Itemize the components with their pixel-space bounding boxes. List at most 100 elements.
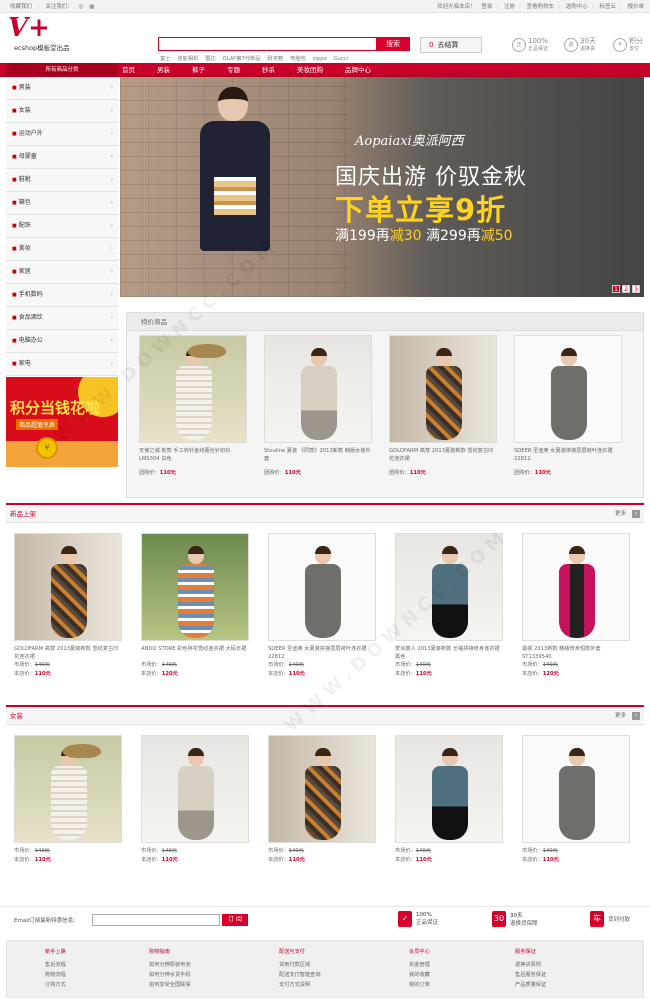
product-name[interactable]: SDEER 圣迪奥 女夏装拼接层层荷叶连衣裙 22812	[514, 447, 622, 463]
sidebar-item-category[interactable]: ■ 家居	[6, 261, 118, 284]
product-card[interactable]: 爱尚丽人 2013夏装新款 长袖拼接修身连衣裙 黑色 市场价：140元 本店价：…	[395, 533, 503, 677]
all-categories-button[interactable]: 所有商品分类	[6, 63, 118, 77]
product-name[interactable]: 爱尚丽人 2013夏装新款 长袖拼接修身连衣裙 黑色	[395, 645, 503, 661]
nav-item-beauty-group[interactable]: 美妆团购	[297, 63, 323, 77]
weibo-icon[interactable]: ◎	[79, 4, 84, 10]
footer-link[interactable]: 支付方式说明	[279, 980, 321, 990]
hot-keyword[interactable]: 佳能相机	[177, 56, 198, 62]
product-card[interactable]: 市场价：140元 本店价：110元	[268, 735, 376, 863]
product-card[interactable]: SDEER 圣迪奥 女夏装拼接层层荷叶连衣裙 22812 团购价：110元	[514, 335, 622, 476]
sidebar-item-category[interactable]: ■ 箱包	[6, 192, 118, 215]
nav-item-brands[interactable]: 品牌中心	[345, 63, 371, 77]
footer-link[interactable]: 如何分辨水货手机	[149, 970, 191, 980]
nav-item-menswear[interactable]: 男装	[157, 63, 170, 77]
nav-item-pants[interactable]: 裤子	[192, 63, 205, 77]
chevron-right-icon[interactable]: ›	[632, 712, 640, 720]
nav-item-topics[interactable]: 专题	[227, 63, 240, 77]
sidebar-item-category[interactable]: ■ 手机数码	[6, 284, 118, 307]
footer-link[interactable]: 我的收藏	[409, 970, 430, 980]
site-logo[interactable]: V+	[8, 15, 50, 41]
points-promo-banner[interactable]: 积分当钱花啦 商品超值兑换 ¥	[6, 377, 118, 467]
subscribe-button[interactable]: 订 阅	[222, 914, 248, 926]
product-name[interactable]: GOLDFARM 高梵 2013夏装新款 雪纺复古印花连衣裙	[389, 447, 497, 463]
product-card[interactable]: GOLDFARM 高梵 2013夏装新款 雪纺复古印花连衣裙 团购价：110元	[389, 335, 497, 476]
product-image[interactable]	[268, 735, 376, 843]
footer-link[interactable]: 货到付款区域	[279, 960, 321, 970]
footer-link[interactable]: 资金管理	[409, 960, 430, 970]
product-card[interactable]: 桑顿 2013新款 韩版修身短款外套 ST1339540 市场价：140元 本店…	[522, 533, 630, 677]
view-cart-link[interactable]: 查看购物车	[527, 4, 555, 10]
search-button[interactable]: 搜索	[376, 37, 410, 51]
product-card[interactable]: Stouline 夏装 《同款》2013新款 韩版女装外套 团购价：110元	[264, 335, 372, 476]
search-input[interactable]	[158, 37, 378, 51]
product-image[interactable]	[389, 335, 497, 443]
qrcode-icon[interactable]: ▦	[89, 4, 94, 10]
more-link[interactable]: 更多	[615, 505, 626, 523]
sidebar-item-category[interactable]: ■ 家电	[6, 353, 118, 376]
product-image[interactable]	[139, 335, 247, 443]
product-image[interactable]	[264, 335, 372, 443]
footer-link[interactable]: 如何分辨原装电池	[149, 960, 191, 970]
sidebar-item-category[interactable]: ■ 运动户外	[6, 123, 118, 146]
product-card[interactable]: 市场价：140元 本店价：110元	[141, 735, 249, 863]
bookmark-link[interactable]: 收藏我们	[10, 4, 32, 10]
product-card[interactable]: ANDO STORE 彩色碎花雪纺连衣裙 大码长裙 市场价：140元 本店价：1…	[141, 533, 249, 677]
login-link[interactable]: 登录	[481, 4, 492, 10]
product-image[interactable]	[395, 735, 503, 843]
product-image[interactable]	[395, 533, 503, 641]
email-field[interactable]	[92, 914, 220, 926]
chevron-right-icon[interactable]: ›	[632, 510, 640, 518]
banner-page-button[interactable]: 2	[622, 285, 630, 293]
sidebar-item-category[interactable]: ■ 女装	[6, 100, 118, 123]
product-card[interactable]: 市场价：140元 本店价：110元	[522, 735, 630, 863]
product-image[interactable]	[268, 533, 376, 641]
footer-link[interactable]: 如何享受全国联保	[149, 980, 191, 990]
hot-keyword[interactable]: 耐克鞋	[267, 56, 283, 62]
nav-item-home[interactable]: 首页	[122, 63, 135, 77]
product-card[interactable]: 市场价：140元 本店价：110元	[395, 735, 503, 863]
sidebar-item-category[interactable]: ■ 鞋靴	[6, 169, 118, 192]
product-card[interactable]: GOLDFARM 高梵 2013夏装新款 雪纺复古印花连衣裙 市场价：140元 …	[14, 533, 122, 677]
product-card[interactable]: 市场价：140元 本店价：110元	[14, 735, 122, 863]
hot-keyword[interactable]: 雷达	[205, 56, 216, 62]
footer-link[interactable]: 配送支付智能查询	[279, 970, 321, 980]
product-card[interactable]: 天使之城 新款 手工钩针金线蕾丝针织衫LMS304 白色 团购价：110元	[139, 335, 247, 476]
sidebar-item-category[interactable]: ■ 配饰	[6, 215, 118, 238]
footer-link[interactable]: 退换货原则	[515, 960, 546, 970]
footer-link[interactable]: 我的订单	[409, 980, 430, 990]
product-name[interactable]: 天使之城 新款 手工钩针金线蕾丝针织衫LMS304 白色	[139, 447, 247, 463]
footer-link[interactable]: 产品质量保证	[515, 980, 546, 990]
sidebar-item-category[interactable]: ■ 电脑办公	[6, 330, 118, 353]
hot-keyword[interactable]: zippo	[313, 56, 327, 62]
product-name[interactable]: GOLDFARM 高梵 2013夏装新款 雪纺复古印花连衣裙	[14, 645, 122, 661]
product-image[interactable]	[141, 533, 249, 641]
footer-link[interactable]: 售后流程	[45, 960, 66, 970]
hot-keyword[interactable]: 富士	[160, 56, 171, 62]
footer-link[interactable]: 订购方式	[45, 980, 66, 990]
hot-keyword[interactable]: 电脑包	[290, 56, 306, 62]
footer-link[interactable]: 售后服务保证	[515, 970, 546, 980]
product-name[interactable]: SDEER 圣迪奥 女夏装拼接层层荷叶连衣裙 22812	[268, 645, 376, 661]
sidebar-item-category[interactable]: ■ 男装	[6, 77, 118, 100]
product-image[interactable]	[522, 735, 630, 843]
product-image[interactable]	[141, 735, 249, 843]
register-link[interactable]: 注册	[504, 4, 515, 10]
hot-keyword[interactable]: Gucci	[334, 56, 349, 62]
product-name[interactable]: ANDO STORE 彩色碎花雪纺连衣裙 大码长裙	[141, 645, 249, 661]
tag-cloud-link[interactable]: 标签云	[599, 4, 616, 10]
product-image[interactable]	[14, 533, 122, 641]
sidebar-item-category[interactable]: ■ 食品酒饮	[6, 307, 118, 330]
banner-page-button[interactable]: 1	[612, 285, 620, 293]
product-image[interactable]	[14, 735, 122, 843]
cart-button[interactable]: 0 去结算	[420, 37, 482, 53]
purchase-center-link[interactable]: 选购中心	[566, 4, 588, 10]
footer-link[interactable]: 购物流程	[45, 970, 66, 980]
product-name[interactable]: 桑顿 2013新款 韩版修身短款外套 ST1339540	[522, 645, 630, 661]
product-image[interactable]	[522, 533, 630, 641]
hot-keyword[interactable]: OLAY第7代新品	[222, 56, 260, 62]
quote-link[interactable]: 报价单	[627, 4, 644, 10]
nav-item-flash-sale[interactable]: 秒杀	[262, 63, 275, 77]
sidebar-item-category[interactable]: ■ 母婴童	[6, 146, 118, 169]
product-image[interactable]	[514, 335, 622, 443]
hero-banner[interactable]: Aopaiaxi奥派阿西 国庆出游 价驭金秋 下单立享9折 满199再减30 满…	[120, 77, 644, 297]
